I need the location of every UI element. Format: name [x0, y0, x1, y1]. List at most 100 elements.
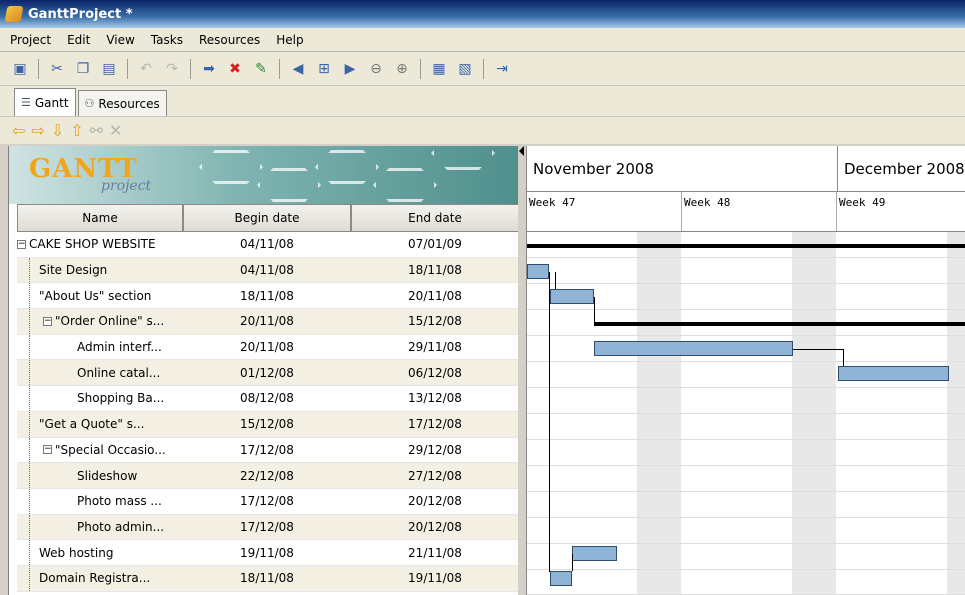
- tab-gantt[interactable]: ☰ Gantt: [14, 88, 76, 116]
- menu-edit[interactable]: Edit: [65, 31, 92, 49]
- task-bar-admin-interface[interactable]: [594, 341, 793, 356]
- table-row[interactable]: − "Special Occasio... 17/12/08 29/12/08: [17, 437, 519, 464]
- task-name: Shopping Ba...: [77, 391, 165, 406]
- task-begin: 18/11/08: [240, 288, 294, 303]
- task-name: Photo admin...: [77, 519, 165, 534]
- properties-icon[interactable]: ✎: [251, 59, 271, 79]
- menu-view[interactable]: View: [104, 31, 136, 49]
- task-end: 20/12/08: [408, 519, 462, 534]
- column-header-begin-date[interactable]: Begin date: [183, 204, 351, 232]
- toolbar-separator: [420, 58, 421, 79]
- table-row[interactable]: Shopping Ba... 08/12/08 13/12/08: [17, 386, 519, 412]
- chart-row: [527, 388, 965, 414]
- task-bar-online-catalogue[interactable]: [838, 366, 949, 381]
- task-bar-domain-registration[interactable]: [550, 571, 572, 586]
- task-begin: 17/12/08: [240, 494, 294, 509]
- task-name: CAKE SHOP WEBSITE: [29, 237, 156, 252]
- link-icon[interactable]: ⚯: [90, 121, 103, 140]
- arrow-right-icon[interactable]: ⇨: [31, 121, 44, 140]
- table-row[interactable]: Web hosting 19/11/08 21/11/08: [17, 540, 519, 566]
- dependency-arrow: [549, 272, 550, 572]
- menu-project[interactable]: Project: [8, 31, 53, 49]
- fit-icon[interactable]: ⊞: [314, 59, 334, 79]
- task-bar-web-hosting[interactable]: [572, 546, 617, 561]
- zoom-out-icon[interactable]: ⊖: [366, 59, 386, 79]
- chart-row: [527, 570, 965, 595]
- collapse-icon[interactable]: −: [43, 316, 52, 326]
- task-table-body: − CAKE SHOP WEBSITE 04/11/08 07/01/09 Sit…: [17, 232, 519, 592]
- print-icon[interactable]: ▦: [429, 59, 449, 79]
- logo-sub-text: project: [101, 178, 152, 194]
- task-begin: 22/12/08: [240, 468, 294, 483]
- task-end: 18/11/08: [408, 263, 462, 278]
- table-row[interactable]: "About Us" section 18/11/08 20/11/08: [17, 283, 519, 310]
- task-begin: 20/11/08: [240, 314, 294, 329]
- task-end: 27/12/08: [408, 468, 462, 483]
- table-row[interactable]: Online catal... 01/12/08 06/12/08: [17, 360, 519, 387]
- save-icon[interactable]: ▣: [10, 59, 30, 79]
- menu-help[interactable]: Help: [274, 31, 305, 49]
- column-header-end-date[interactable]: End date: [351, 204, 519, 232]
- copy-icon[interactable]: ❐: [73, 59, 93, 79]
- arrow-left-icon[interactable]: ⇦: [12, 121, 25, 140]
- delete-icon[interactable]: ✖: [225, 59, 245, 79]
- tab-bar: ☰ Gantt ⚇ Resources: [0, 86, 965, 116]
- toolbar-separator: [190, 58, 191, 79]
- arrow-down-icon[interactable]: ⇩: [51, 121, 64, 140]
- tab-gantt-label: Gantt: [34, 95, 69, 110]
- column-header-name[interactable]: Name: [17, 204, 183, 232]
- arrow-up-icon[interactable]: ⇧: [70, 121, 83, 140]
- summary-bar-cake-shop-website[interactable]: [527, 244, 965, 248]
- task-name: Photo mass ...: [77, 494, 162, 509]
- week-header: Week 47 Week 48 Week 49: [527, 192, 965, 232]
- logo-hexagon: [315, 150, 379, 184]
- table-row[interactable]: Slideshow 22/12/08 27/12/08: [17, 463, 519, 489]
- task-begin: 17/12/08: [240, 442, 294, 457]
- table-row[interactable]: Admin interf... 20/11/08 29/11/08: [17, 334, 519, 361]
- unlink-icon[interactable]: ✕: [109, 121, 122, 140]
- tab-resources[interactable]: ⚇ Resources: [77, 90, 167, 116]
- task-name: Online catal...: [77, 365, 161, 380]
- dependency-arrow: [594, 297, 595, 322]
- scroll-left-icon[interactable]: ◀: [288, 59, 308, 79]
- logo-hexagon: [199, 150, 263, 184]
- scroll-right-icon[interactable]: ▶: [340, 59, 360, 79]
- toolbar: ▣ ✂ ❐ ▤ ↶ ↷ ➡ ✖ ✎ ◀ ⊞ ▶ ⊖ ⊕ ▦ ▧ ⇥: [0, 52, 965, 86]
- task-name: Slideshow: [77, 468, 138, 483]
- table-row[interactable]: − CAKE SHOP WEBSITE 04/11/08 07/01/09: [17, 232, 519, 258]
- zoom-in-icon[interactable]: ⊕: [392, 59, 412, 79]
- task-bar-site-design[interactable]: [527, 264, 549, 279]
- task-begin: 04/11/08: [240, 237, 294, 252]
- undo-icon[interactable]: ↶: [136, 59, 156, 79]
- table-row[interactable]: − "Order Online" s... 20/11/08 15/12/08: [17, 309, 519, 335]
- menu-resources[interactable]: Resources: [197, 31, 262, 49]
- task-end: 07/01/09: [408, 237, 462, 252]
- indent-icon[interactable]: ⇥: [492, 59, 512, 79]
- collapse-icon[interactable]: −: [17, 239, 26, 249]
- cut-icon[interactable]: ✂: [47, 59, 67, 79]
- table-row[interactable]: Photo mass ... 17/12/08 20/12/08: [17, 488, 519, 515]
- toolbar-separator: [127, 58, 128, 79]
- summary-bar-order-online[interactable]: [594, 322, 965, 326]
- new-task-icon[interactable]: ➡: [199, 59, 219, 79]
- task-bar-about-us[interactable]: [550, 289, 594, 304]
- task-end: 17/12/08: [408, 417, 462, 432]
- chart-row: [527, 466, 965, 492]
- week-49: Week 49: [837, 192, 965, 231]
- preview-icon[interactable]: ▧: [455, 59, 475, 79]
- collapse-icon[interactable]: −: [43, 445, 52, 455]
- menu-tasks[interactable]: Tasks: [149, 31, 185, 49]
- table-row[interactable]: Domain Registra... 18/11/08 19/11/08: [17, 565, 519, 592]
- table-row[interactable]: Site Design 04/11/08 18/11/08: [17, 257, 519, 284]
- table-row[interactable]: Photo admin... 17/12/08 20/12/08: [17, 514, 519, 541]
- chart-row: [527, 440, 965, 466]
- logo-hexagon: [431, 146, 495, 170]
- task-end: 20/12/08: [408, 494, 462, 509]
- task-begin: 18/11/08: [240, 571, 294, 586]
- table-row[interactable]: "Get a Quote" s... 15/12/08 17/12/08: [17, 411, 519, 438]
- pane-splitter[interactable]: [518, 146, 526, 595]
- toolbar-separator: [38, 58, 39, 79]
- task-name: Admin interf...: [77, 340, 162, 355]
- redo-icon[interactable]: ↷: [162, 59, 182, 79]
- paste-icon[interactable]: ▤: [99, 59, 119, 79]
